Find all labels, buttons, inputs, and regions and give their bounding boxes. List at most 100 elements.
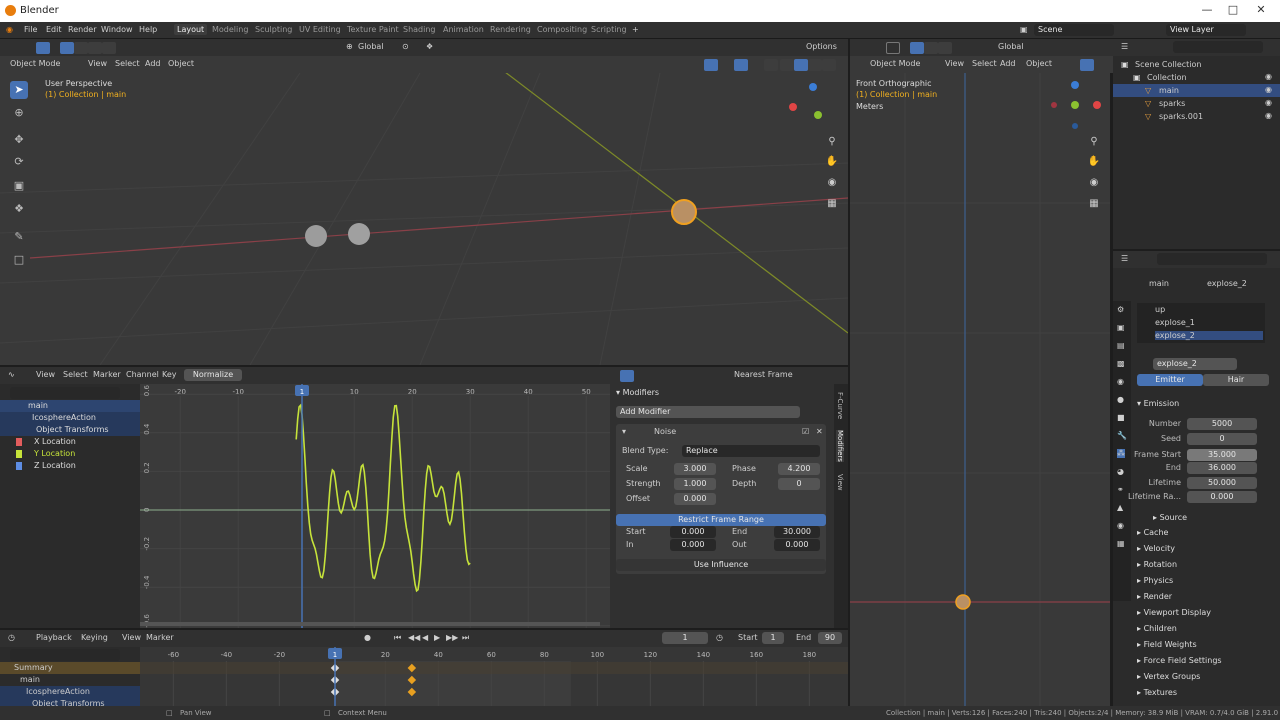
timeline-menu-view[interactable]: View [122, 633, 141, 642]
tab-modeling[interactable]: Modeling [212, 25, 248, 34]
noise-enable-checkbox[interactable]: ☑ [802, 427, 809, 436]
start-field[interactable]: 0.000 [670, 526, 716, 538]
noise-collapse-icon[interactable]: ▾ [622, 427, 626, 436]
select-mode-extend-icon-right[interactable] [924, 42, 938, 54]
move-tool-icon[interactable]: ✥ [10, 131, 28, 149]
timeline-editor-type-icon[interactable]: ◷ [8, 633, 15, 642]
graph-editor-type-icon[interactable]: ∿ [8, 370, 15, 379]
xray-icon[interactable] [764, 59, 778, 71]
properties-section[interactable]: ▸ Textures [1137, 688, 1177, 697]
menu-edit[interactable]: Edit [46, 25, 62, 34]
graph-channel-row[interactable]: main [0, 400, 140, 412]
material-tab-icon[interactable]: ◉ [1117, 521, 1124, 530]
visibility-eye-icon[interactable]: ◉ [1265, 98, 1272, 107]
viewport-right-menu-select[interactable]: Select [972, 59, 997, 68]
tab-animation[interactable]: Animation [443, 25, 484, 34]
graph-channel-row[interactable]: Object Transforms [0, 424, 140, 436]
outliner-search-input[interactable] [1173, 41, 1263, 53]
gizmo-toggle-icon[interactable] [704, 59, 718, 71]
strength-field[interactable]: 1.000 [674, 478, 716, 490]
viewport-right-menu-view[interactable]: View [945, 59, 964, 68]
phase-field[interactable]: 4.200 [778, 463, 820, 475]
zoom-icon[interactable]: ⚲ [824, 134, 840, 150]
snap-mode-dropdown[interactable]: Nearest Frame [734, 370, 793, 379]
jump-start-icon[interactable]: ⏮ [394, 633, 401, 643]
modifiers-panel-title[interactable]: ▾ Modifiers [616, 388, 659, 397]
annotate-tool-icon[interactable]: ✎ [10, 228, 28, 246]
viewport-menu-object[interactable]: Object [168, 59, 194, 68]
options-dropdown[interactable]: Options [806, 42, 837, 51]
cursor-tool-icon[interactable]: ⊕ [10, 104, 28, 122]
properties-section[interactable]: ▸ Physics [1137, 576, 1173, 585]
graph-area[interactable]: -20-10110203040500.60.40.20-0.2-0.4-0.61 [140, 384, 610, 628]
shading-wireframe-icon[interactable] [780, 59, 794, 71]
timeline-end-field[interactable]: 90 [818, 632, 842, 644]
tab-sculpting[interactable]: Sculpting [255, 25, 292, 34]
channel-search-input[interactable] [10, 387, 120, 399]
outliner-row[interactable]: ▽ sparks ◉ [1113, 97, 1280, 110]
select-mode-extend-icon[interactable] [74, 42, 88, 54]
particle-system-item-selected[interactable]: explose_2 [1155, 331, 1263, 340]
world-tab-icon[interactable]: ● [1117, 395, 1124, 404]
next-keyframe-icon[interactable]: ▶▶ [446, 633, 458, 642]
timeline-row[interactable]: Summary [0, 662, 140, 674]
scene-name-field[interactable]: Scene [1034, 24, 1114, 36]
tab-layout[interactable]: Layout [174, 24, 208, 35]
pivot-icon[interactable]: ⊙ [402, 42, 409, 51]
timeline-start-field[interactable]: 1 [762, 632, 784, 644]
properties-section[interactable]: ▸ Viewport Display [1137, 608, 1211, 617]
object-mode-dropdown-right[interactable]: Object Mode [870, 59, 920, 68]
particle-system-item[interactable]: up [1155, 305, 1165, 314]
snap-icon[interactable]: ❖ [426, 42, 433, 51]
camera-icon-right[interactable]: ◉ [1086, 175, 1102, 191]
blender-menu-icon[interactable]: ◉ [6, 25, 13, 34]
end-field[interactable]: 36.000 [1187, 462, 1257, 474]
viewport-menu-add[interactable]: Add [145, 59, 161, 68]
outliner-row[interactable]: ▣ Collection ◉ [1113, 71, 1280, 84]
jump-end-icon[interactable]: ⏭ [462, 633, 469, 643]
maximize-icon[interactable]: □ [1222, 3, 1244, 19]
timeline-area[interactable]: -60-40-201204060801001201401601801 [140, 647, 848, 706]
menu-file[interactable]: File [24, 25, 37, 34]
transform-orientation-dropdown-right[interactable]: Global [998, 42, 1024, 51]
graph-menu-view[interactable]: View [36, 370, 55, 379]
timeline-menu-playback[interactable]: Playback [36, 633, 72, 642]
menu-render[interactable]: Render [68, 25, 96, 34]
lifetime-field[interactable]: 50.000 [1187, 477, 1257, 489]
close-icon[interactable]: ✕ [1250, 3, 1272, 19]
outliner-row[interactable]: ▣ Scene Collection [1113, 58, 1280, 71]
end-field[interactable]: 30.000 [774, 526, 820, 538]
camera-icon[interactable]: ◉ [824, 175, 840, 191]
current-frame-field[interactable]: 1 [662, 632, 708, 644]
select-mode-subtract-icon-right[interactable] [938, 42, 952, 54]
sidebar-tab-view[interactable]: View [836, 474, 844, 491]
graph-channel-row[interactable]: X Location [0, 436, 140, 448]
outliner-row[interactable]: ▽ main ◉ [1113, 84, 1280, 97]
visibility-eye-icon[interactable]: ◉ [1265, 85, 1272, 94]
editor-type-icon[interactable] [8, 42, 22, 54]
graph-channel-row[interactable]: IcosphereAction [0, 412, 140, 424]
properties-search-input[interactable] [1157, 253, 1267, 265]
output-tab-icon[interactable]: ▤ [1117, 341, 1125, 350]
depth-field[interactable]: 0 [778, 478, 820, 490]
tab-scripting[interactable]: Scripting [591, 25, 627, 34]
transform-orientation-dropdown[interactable]: Global [358, 42, 384, 51]
properties-section[interactable]: ▸ Rotation [1137, 560, 1177, 569]
seed-field[interactable]: 0 [1187, 433, 1257, 445]
in-field[interactable]: 0.000 [670, 539, 716, 551]
blend-type-dropdown[interactable]: Replace [682, 445, 820, 457]
add-workspace-icon[interactable]: + [632, 25, 639, 34]
play-icon[interactable]: ▶ [434, 633, 440, 642]
gizmo-toggle-icon-right[interactable] [1080, 59, 1094, 71]
timeline-menu-keying[interactable]: Keying [81, 633, 108, 642]
select-mode-invert-icon[interactable] [102, 42, 116, 54]
tab-rendering[interactable]: Rendering [490, 25, 531, 34]
visibility-eye-icon[interactable]: ◉ [1265, 111, 1272, 120]
overlay-toggle-icon[interactable] [734, 59, 748, 71]
prev-keyframe-icon[interactable]: ◀◀ [408, 633, 420, 642]
graph-channel-row[interactable]: Y Location [0, 448, 140, 460]
tool-tab-icon[interactable]: ⚙ [1117, 305, 1124, 314]
out-field[interactable]: 0.000 [774, 539, 820, 551]
viewport-3d-left[interactable]: User Perspective (1) Collection | main ➤… [0, 73, 848, 365]
data-tab-icon[interactable]: ▲ [1117, 503, 1123, 512]
